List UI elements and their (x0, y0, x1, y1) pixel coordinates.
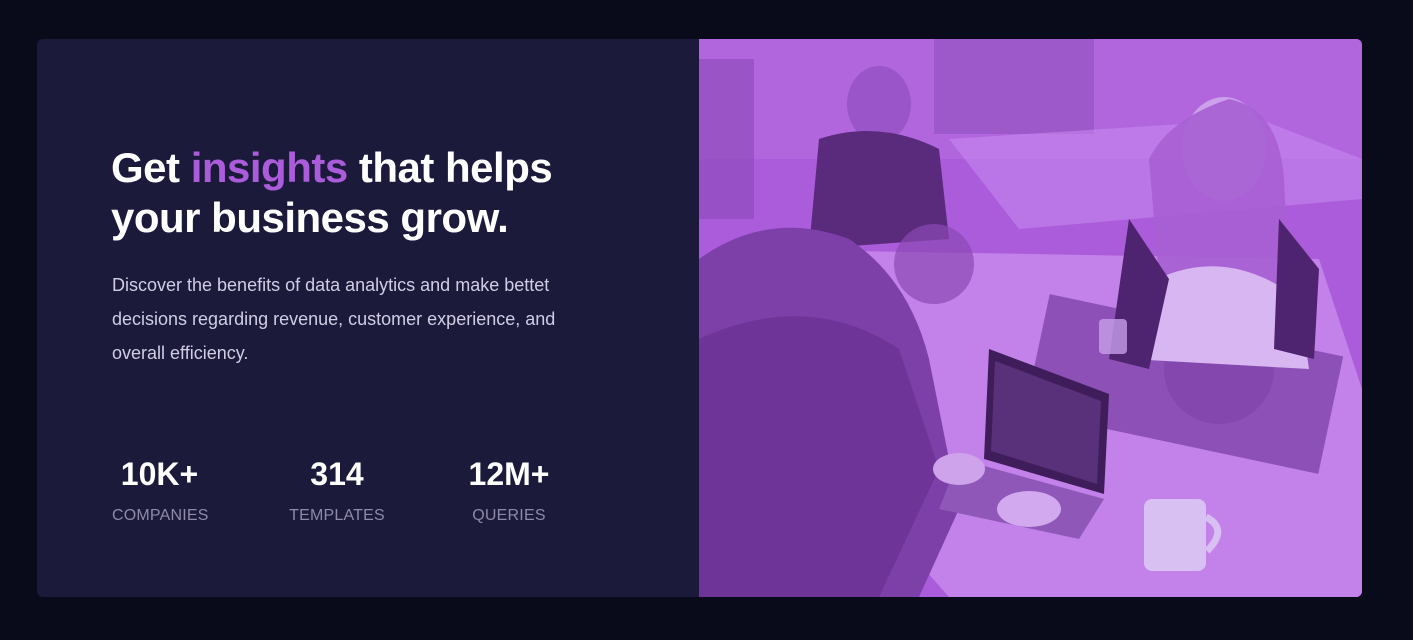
stat-queries: 12M+ QUERIES (466, 454, 552, 526)
description: Discover the benefits of data analytics … (112, 275, 556, 363)
stat-label: COMPANIES (112, 507, 209, 524)
headline-accent: insights (190, 144, 349, 191)
stat-value: 12M+ (468, 456, 550, 492)
stat-label: QUERIES (472, 507, 546, 524)
headline: Get insights that helps your business gr… (111, 143, 631, 243)
stat-value: 10K+ (120, 456, 199, 492)
headline-pre: Get (111, 144, 191, 191)
stat-companies: 10K+ COMPANIES (112, 454, 209, 526)
card-content: Get insights that helps your business gr… (37, 39, 699, 597)
photo-illustration (699, 39, 1362, 597)
office-team-photo (699, 39, 1362, 597)
stat-value: 314 (310, 456, 364, 492)
stat-label: TEMPLATES (289, 507, 385, 524)
stats-row: 10K+ COMPANIES 314 TEMPLATES 12M+ QUERIE… (112, 454, 592, 544)
stat-templates: 314 TEMPLATES (286, 454, 388, 526)
stats-preview-card: Get insights that helps your business gr… (37, 39, 1362, 597)
